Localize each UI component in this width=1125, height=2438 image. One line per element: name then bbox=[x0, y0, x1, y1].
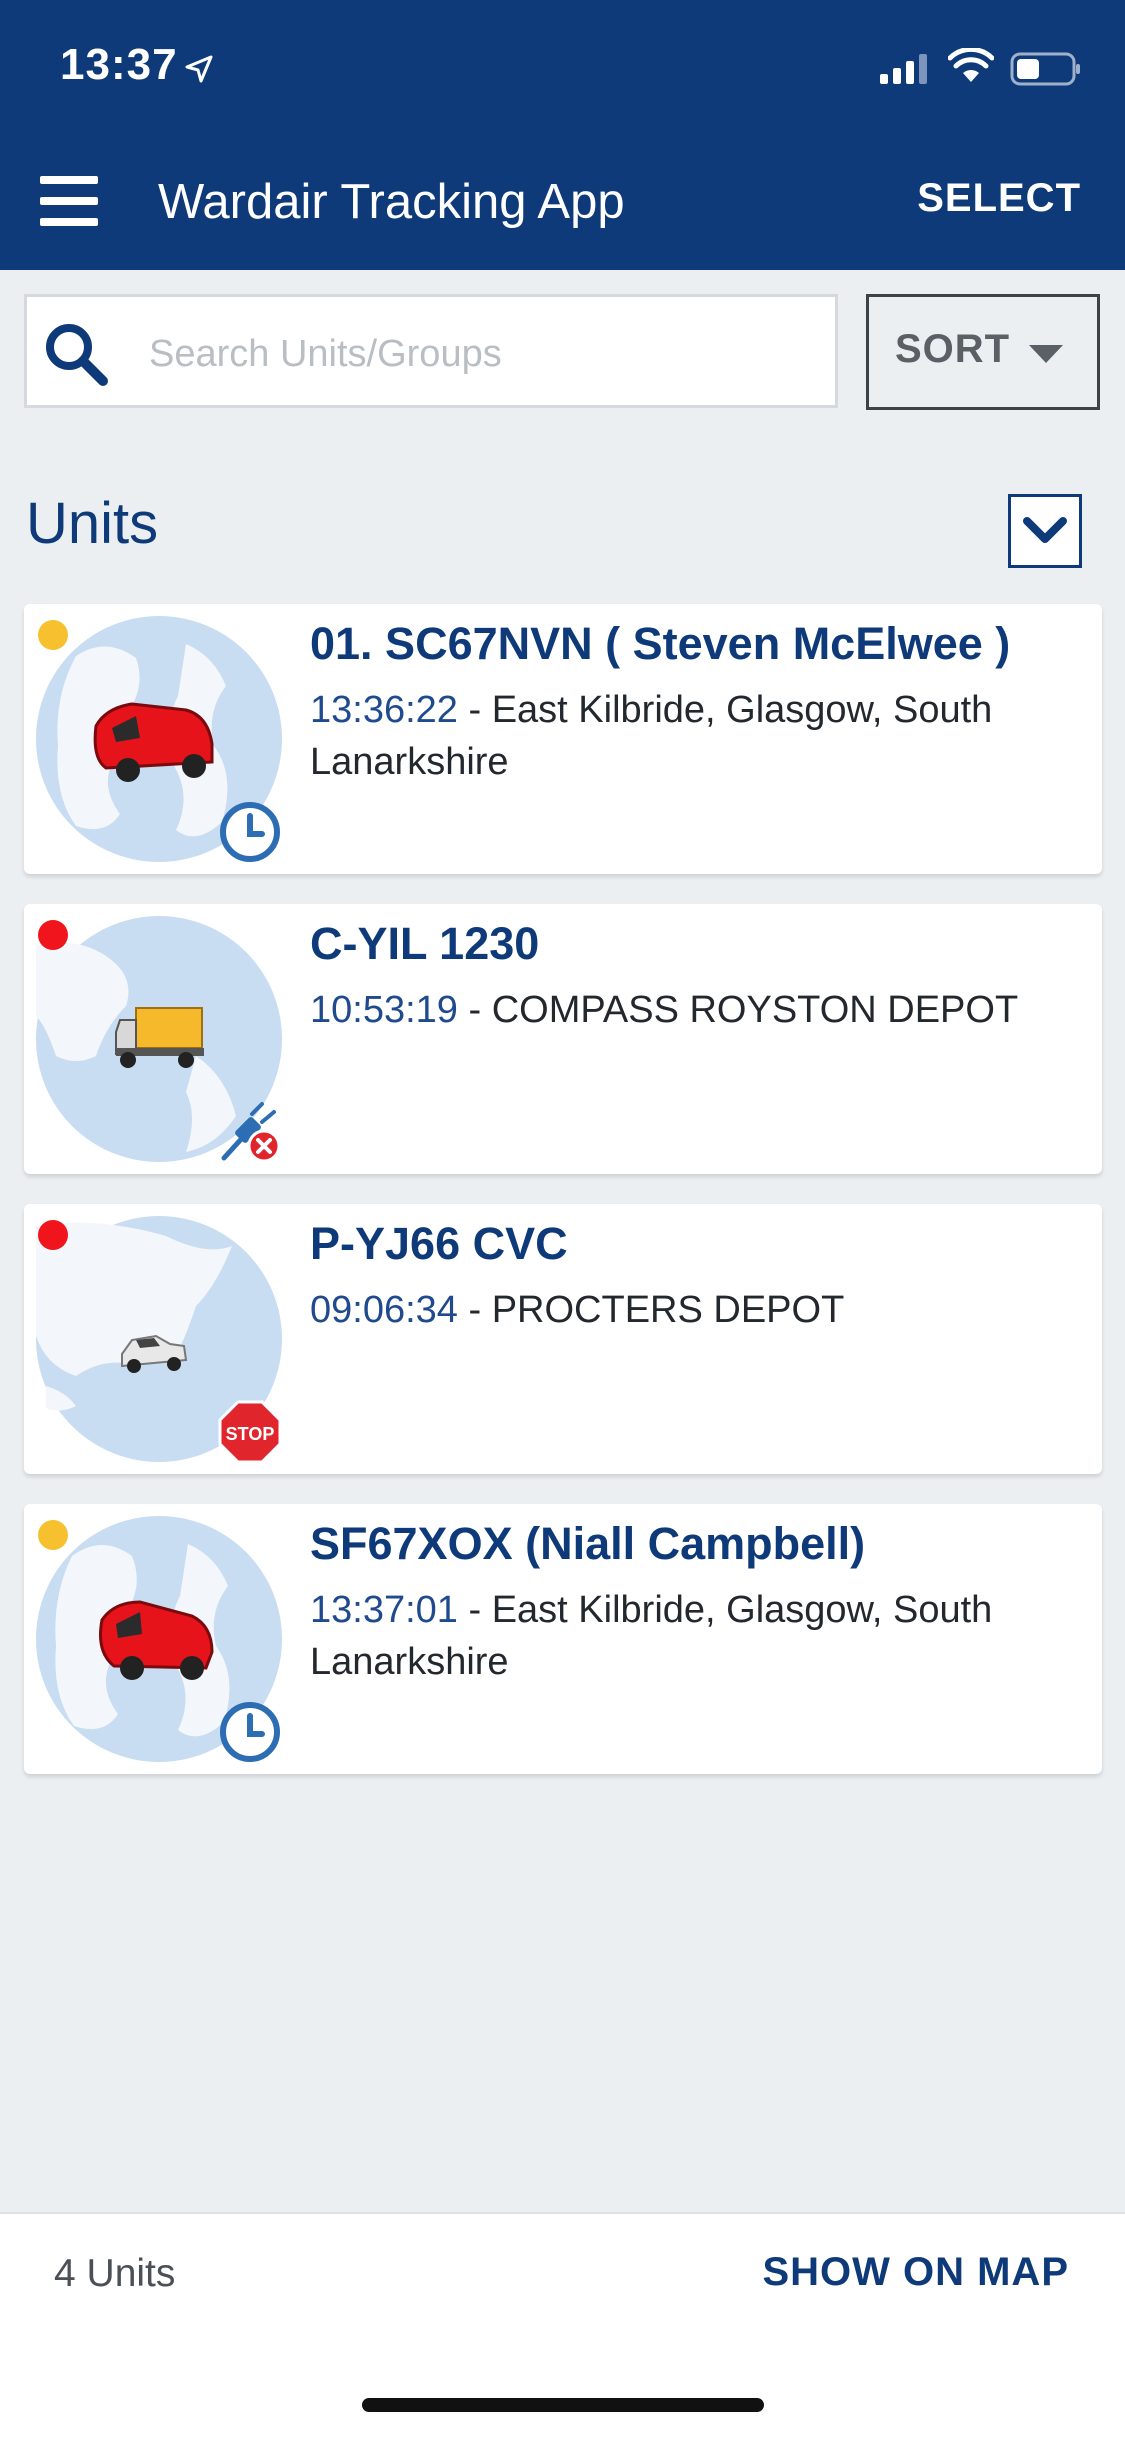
unit-separator: - bbox=[468, 1589, 492, 1631]
unit-name: P-YJ66 CVC bbox=[310, 1218, 568, 1269]
unit-name: C-YIL 1230 bbox=[310, 918, 540, 969]
unit-timestamp: 13:36:22 bbox=[310, 689, 458, 731]
status-dot bbox=[38, 1220, 68, 1250]
clock-icon bbox=[220, 802, 280, 862]
clock-icon bbox=[220, 1702, 280, 1762]
collapse-units-button[interactable] bbox=[1008, 494, 1082, 568]
units-section-title: Units bbox=[26, 491, 159, 556]
status-bar: 13:37 bbox=[0, 0, 1125, 140]
location-arrow-icon bbox=[185, 55, 213, 83]
wifi-icon bbox=[948, 48, 994, 82]
unit-timestamp: 13:37:01 bbox=[310, 1589, 458, 1631]
stop-sign-text: STOP bbox=[226, 1424, 275, 1444]
unit-card[interactable]: STOP P-YJ66 CVC 09:06:34 - PROCTERS DEPO… bbox=[24, 1204, 1102, 1474]
unit-count: 4 Units bbox=[54, 2252, 176, 2295]
home-indicator[interactable] bbox=[362, 2398, 764, 2412]
select-button[interactable]: SELECT bbox=[917, 176, 1081, 221]
unit-name: 01. SC67NVN ( Steven McElwee ) bbox=[310, 618, 1011, 669]
status-dot bbox=[38, 920, 68, 950]
unit-card[interactable]: C-YIL 1230 10:53:19 - COMPASS ROYSTON DE… bbox=[24, 904, 1102, 1174]
search-box[interactable] bbox=[24, 294, 838, 408]
unit-detail: 09:06:34 - PROCTERS DEPOT bbox=[310, 1284, 1080, 1336]
search-icon bbox=[46, 324, 108, 386]
status-time: 13:37 bbox=[60, 40, 178, 89]
app-bar: Wardair Tracking App SELECT bbox=[0, 140, 1125, 270]
unit-card[interactable]: SF67XOX (Niall Campbell) 13:37:01 - East… bbox=[24, 1504, 1102, 1774]
unit-detail: 13:37:01 - East Kilbride, Glasgow, South… bbox=[310, 1584, 1080, 1688]
battery-icon bbox=[1010, 52, 1080, 86]
sort-button[interactable]: SORT bbox=[866, 294, 1100, 410]
unit-separator: - bbox=[468, 989, 492, 1031]
unit-detail: 10:53:19 - COMPASS ROYSTON DEPOT bbox=[310, 984, 1080, 1036]
cellular-signal-icon bbox=[880, 54, 927, 84]
unplugged-icon bbox=[221, 1102, 281, 1163]
search-input[interactable] bbox=[147, 323, 811, 385]
sort-label: SORT bbox=[895, 327, 1011, 371]
caret-down-icon bbox=[1029, 345, 1063, 363]
stop-sign-icon: STOP bbox=[218, 1400, 282, 1464]
unit-card[interactable]: 01. SC67NVN ( Steven McElwee ) 13:36:22 … bbox=[24, 604, 1102, 874]
unit-name: SF67XOX (Niall Campbell) bbox=[310, 1518, 866, 1569]
app-title: Wardair Tracking App bbox=[158, 175, 625, 229]
show-on-map-button[interactable]: SHOW ON MAP bbox=[762, 2250, 1069, 2295]
unit-location: PROCTERS DEPOT bbox=[491, 1289, 845, 1331]
chevron-down-icon bbox=[1023, 517, 1067, 543]
unit-separator: - bbox=[468, 689, 492, 731]
unit-location: COMPASS ROYSTON DEPOT bbox=[491, 989, 1019, 1031]
status-dot bbox=[38, 1520, 68, 1550]
unit-detail: 13:36:22 - East Kilbride, Glasgow, South… bbox=[310, 684, 1080, 788]
status-dot bbox=[38, 620, 68, 650]
unit-timestamp: 09:06:34 bbox=[310, 1289, 458, 1331]
unit-timestamp: 10:53:19 bbox=[310, 989, 458, 1031]
bottom-bar: 4 Units SHOW ON MAP bbox=[0, 2212, 1125, 2438]
hamburger-menu-icon[interactable] bbox=[40, 176, 98, 226]
unit-separator: - bbox=[468, 1289, 492, 1331]
